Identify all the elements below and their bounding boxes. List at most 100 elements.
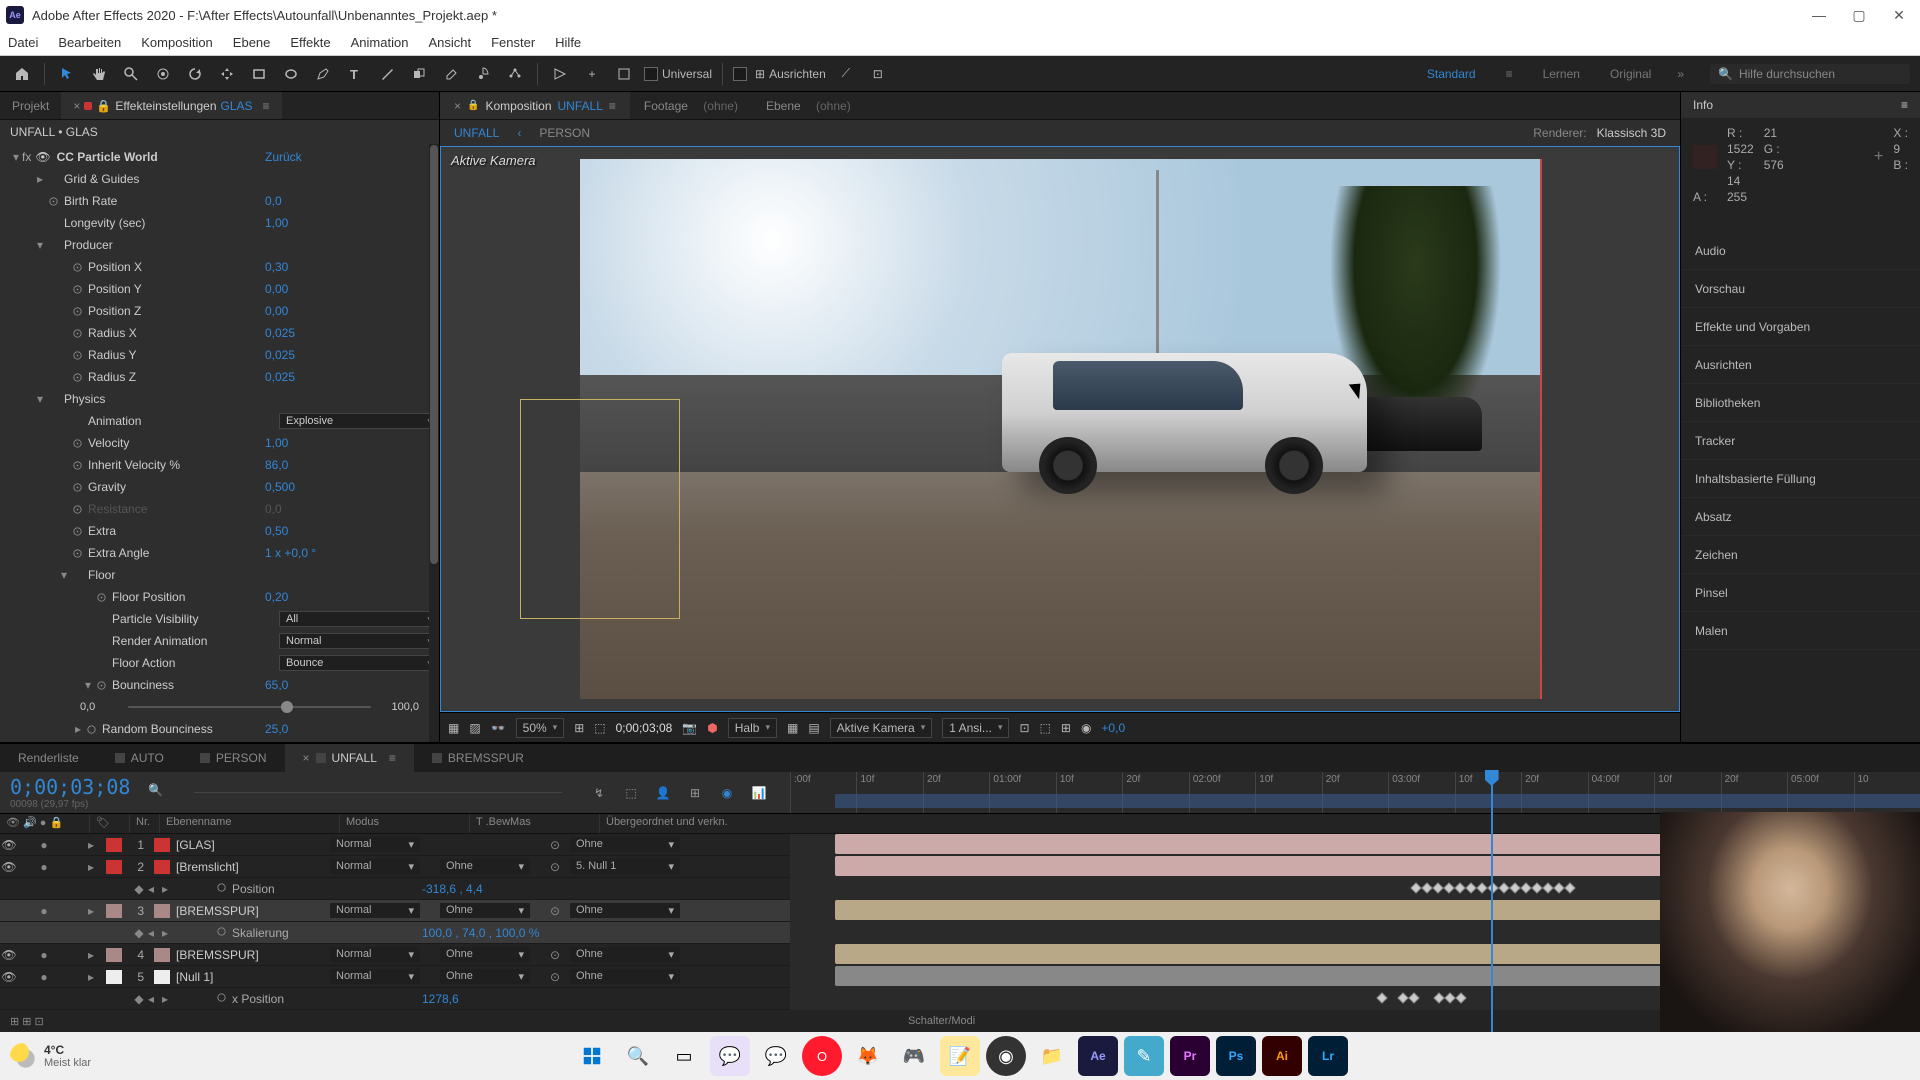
panel-tracker[interactable]: Tracker <box>1681 422 1920 460</box>
close-button[interactable]: ✕ <box>1890 6 1908 24</box>
snapping-icon[interactable]: ⟋ <box>834 62 858 86</box>
taskbar-opera[interactable]: O <box>802 1036 842 1076</box>
prop-inherit-velocity-[interactable]: Inherit Velocity %86,0 <box>0 454 439 476</box>
timeline-tab-bremsspur[interactable]: BREMSSPUR <box>414 744 542 772</box>
bounciness-slider[interactable]: 0,0 100,0 <box>0 696 439 718</box>
transparency-grid-icon[interactable]: ▨ <box>469 721 480 735</box>
eraser-tool[interactable] <box>439 62 463 86</box>
menu-effekte[interactable]: Effekte <box>290 35 330 50</box>
panel-menu-icon[interactable]: ≡ <box>609 99 616 113</box>
graph-editor-icon[interactable]: 📊 <box>748 782 770 804</box>
taskbar-ae[interactable]: Ae <box>1078 1036 1118 1076</box>
clone-tool[interactable] <box>407 62 431 86</box>
timeline-search-icon[interactable]: 🔍 <box>148 783 168 803</box>
taskbar-premiere[interactable]: Pr <box>1170 1036 1210 1076</box>
effect-reset-link[interactable]: Zurück <box>259 150 439 164</box>
pixel-ar-icon[interactable]: ⊡ <box>1019 721 1029 735</box>
taskbar-app1[interactable]: 🎮 <box>894 1036 934 1076</box>
toggle-switches-icon[interactable]: ⊞ ⊞ ⊡ <box>10 1015 44 1028</box>
effect-header[interactable]: ▾ fx 👁 CC Particle World Zurück <box>0 146 439 168</box>
always-preview-icon[interactable]: ▦ <box>448 721 459 735</box>
zoom-tool[interactable] <box>119 62 143 86</box>
fast-preview-icon[interactable]: ▦ <box>787 721 798 735</box>
panel-zeichen[interactable]: Zeichen <box>1681 536 1920 574</box>
renderer-label[interactable]: Renderer:Klassisch 3D <box>1533 126 1666 140</box>
prop-gravity[interactable]: Gravity0,500 <box>0 476 439 498</box>
panel-vorschau[interactable]: Vorschau <box>1681 270 1920 308</box>
layer-row-2[interactable]: 👁●▸2[Bremslicht]Normal▾Ohne▾⊙5. Null 1▾ <box>0 856 790 878</box>
snap-toggle[interactable]: Universal <box>644 67 712 81</box>
menu-bearbeiten[interactable]: Bearbeiten <box>58 35 121 50</box>
menu-datei[interactable]: Datei <box>8 35 38 50</box>
mask-icon[interactable]: 👓 <box>491 721 506 735</box>
orbit-tool[interactable] <box>151 62 175 86</box>
draft3d-icon[interactable]: ⬚ <box>620 782 642 804</box>
prop-physics[interactable]: ▾Physics <box>0 388 439 410</box>
prop-position-y[interactable]: Position Y0,00 <box>0 278 439 300</box>
brush-tool[interactable] <box>375 62 399 86</box>
puppet-tool[interactable] <box>503 62 527 86</box>
align-toggle[interactable]: ⊞Ausrichten <box>733 67 826 81</box>
timeline-icon[interactable]: ▤ <box>808 721 819 735</box>
channel-icon[interactable]: ⬢ <box>707 721 717 735</box>
prop-particle-visibility[interactable]: Particle VisibilityAll▾ <box>0 608 439 630</box>
comp-crumb-back[interactable]: ‹ <box>517 126 521 140</box>
effect-visibility-icon[interactable]: 👁 <box>35 150 50 164</box>
views-dropdown[interactable]: 1 Ansi...▾ <box>942 718 1009 738</box>
close-icon[interactable]: × <box>454 99 461 113</box>
timeline-tab-unfall[interactable]: ×UNFALL≡ <box>285 744 414 772</box>
workspace-standard[interactable]: Standard <box>1427 67 1476 81</box>
comp-mini-flow-icon[interactable]: ↯ <box>588 782 610 804</box>
motion-blur-icon[interactable]: ◉ <box>716 782 738 804</box>
panel-ausrichten[interactable]: Ausrichten <box>1681 346 1920 384</box>
roi-icon[interactable]: ⬚ <box>594 721 605 735</box>
prop-position-x[interactable]: Position X0,30 <box>0 256 439 278</box>
tab-project[interactable]: Projekt <box>0 92 61 119</box>
panel-pinsel[interactable]: Pinsel <box>1681 574 1920 612</box>
layer-row-3[interactable]: ●▸3[BREMSSPUR]Normal▾Ohne▾⊙Ohne▾ <box>0 900 790 922</box>
layer-row-1[interactable]: 👁●▸1[GLAS]Normal▾⊙Ohne▾ <box>0 834 790 856</box>
shape-plus-tool[interactable]: + <box>580 62 604 86</box>
composition-viewer[interactable]: Aktive Kamera <box>440 146 1680 712</box>
mask-tool[interactable] <box>612 62 636 86</box>
roto-tool[interactable] <box>471 62 495 86</box>
res-auto-icon[interactable]: ⊞ <box>574 721 584 735</box>
prop-render-animation[interactable]: Render AnimationNormal▾ <box>0 630 439 652</box>
menu-fenster[interactable]: Fenster <box>491 35 535 50</box>
tab-composition[interactable]: × 🔒 Komposition UNFALL ≡ <box>440 92 630 119</box>
panel-menu-icon[interactable]: ≡ <box>1901 98 1908 112</box>
taskbar-taskview[interactable]: ▭ <box>664 1036 704 1076</box>
minimize-button[interactable]: — <box>1810 6 1828 24</box>
timeline-timecode[interactable]: 0;00;03;08 <box>10 775 130 799</box>
info-panel-header[interactable]: Info≡ <box>1681 92 1920 118</box>
camera-dropdown[interactable]: Aktive Kamera▾ <box>830 718 933 738</box>
layer-prop-skalierung[interactable]: ◆◂▸Skalierung100,0 , 74,0 , 100,0 % <box>0 922 790 944</box>
tab-effect-controls[interactable]: × 🔒 Effekteinstellungen GLAS ≡ <box>61 92 281 119</box>
layer-prop-x-position[interactable]: ◆◂▸x Position1278,6 <box>0 988 790 1010</box>
workspace-lernen[interactable]: Lernen <box>1543 67 1580 81</box>
menu-komposition[interactable]: Komposition <box>141 35 213 50</box>
taskbar-lightroom[interactable]: Lr <box>1308 1036 1348 1076</box>
layer-prop-position[interactable]: ◆◂▸Position-318,6 , 4,4 <box>0 878 790 900</box>
menu-hilfe[interactable]: Hilfe <box>555 35 581 50</box>
tab-footage[interactable]: Footage (ohne) <box>630 92 752 119</box>
prop-floor[interactable]: ▾Floor <box>0 564 439 586</box>
menu-ansicht[interactable]: Ansicht <box>428 35 471 50</box>
ellipse-tool[interactable] <box>279 62 303 86</box>
frame-blend-icon[interactable]: ⊞ <box>684 782 706 804</box>
shy-icon[interactable]: 👤 <box>652 782 674 804</box>
prop-resistance[interactable]: Resistance0,0 <box>0 498 439 520</box>
close-icon[interactable]: × <box>73 99 80 113</box>
panel-menu-icon[interactable]: ≡ <box>263 99 270 113</box>
type-tool[interactable]: T <box>343 62 367 86</box>
prop-animation[interactable]: AnimationExplosive▾ <box>0 410 439 432</box>
prop-longevity-sec-[interactable]: Longevity (sec)1,00 <box>0 212 439 234</box>
taskbar-photoshop[interactable]: Ps <box>1216 1036 1256 1076</box>
panel-audio[interactable]: Audio <box>1681 232 1920 270</box>
lock-icon[interactable]: 🔒 <box>96 99 111 113</box>
pan-behind-tool[interactable] <box>215 62 239 86</box>
taskbar-search[interactable]: 🔍 <box>618 1036 658 1076</box>
taskbar-obs[interactable]: ◉ <box>986 1036 1026 1076</box>
current-time[interactable]: 0;00;03;08 <box>616 721 673 735</box>
anchor-tool[interactable] <box>548 62 572 86</box>
